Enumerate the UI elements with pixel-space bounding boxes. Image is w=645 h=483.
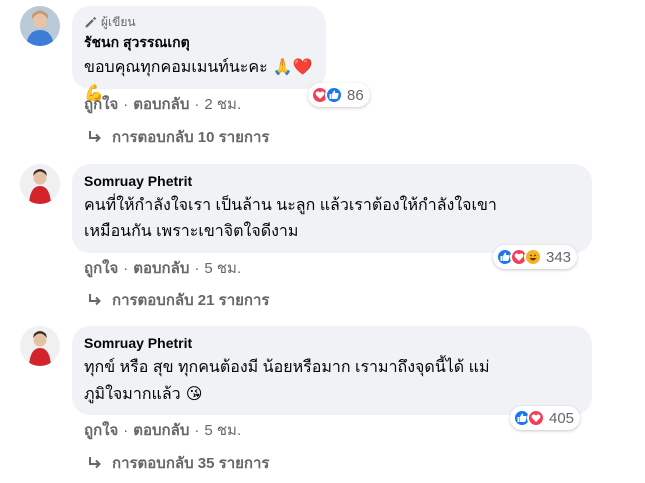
love-icon bbox=[527, 409, 545, 427]
avatar[interactable] bbox=[20, 164, 60, 204]
like-button[interactable]: ถูกใจ bbox=[84, 92, 118, 116]
view-replies-link[interactable]: การตอบกลับ 21 รายการ bbox=[88, 290, 269, 310]
comment-actions: ถูกใจ · ตอบกลับ · 2 ชม. bbox=[84, 94, 241, 114]
pencil-icon bbox=[85, 16, 97, 27]
badge-label: ผู้เขียน bbox=[101, 14, 136, 29]
view-replies-link[interactable]: การตอบกลับ 35 รายการ bbox=[88, 453, 269, 473]
comment-bubble: Somruay Phetrit ทุกข์ หรือ สุข ทุกคนต้อง… bbox=[72, 326, 592, 415]
comment-author[interactable]: รัชนก สุวรรณเกตุ bbox=[84, 33, 314, 52]
reaction-summary[interactable]: 86 bbox=[308, 83, 370, 107]
like-button[interactable]: ถูกใจ bbox=[84, 256, 118, 280]
view-replies-link[interactable]: การตอบกลับ 10 รายการ bbox=[88, 127, 269, 147]
avatar[interactable] bbox=[20, 6, 60, 46]
like-icon bbox=[325, 86, 343, 104]
reaction-count: 343 bbox=[546, 248, 572, 266]
view-replies-label: การตอบกลับ 10 รายการ bbox=[112, 129, 270, 146]
haha-icon bbox=[524, 248, 542, 266]
separator: · bbox=[194, 421, 200, 439]
reply-button[interactable]: ตอบกลับ bbox=[133, 256, 189, 280]
reply-button[interactable]: ตอบกลับ bbox=[133, 418, 189, 442]
like-button[interactable]: ถูกใจ bbox=[84, 418, 118, 442]
comment-time[interactable]: 2 ชม. bbox=[204, 92, 241, 116]
reply-arrow-icon bbox=[89, 457, 101, 469]
separator: · bbox=[123, 259, 129, 277]
comment-actions: ถูกใจ · ตอบกลับ · 5 ชม. bbox=[84, 258, 241, 278]
reaction-count: 405 bbox=[549, 409, 575, 427]
reply-arrow-icon bbox=[89, 131, 101, 143]
comment-author[interactable]: Somruay Phetrit bbox=[84, 334, 580, 353]
comment-bubble: ผู้เขียน รัชนก สุวรรณเกตุ ขอบคุณทุกคอมเม… bbox=[72, 6, 326, 102]
separator: · bbox=[194, 259, 200, 277]
comment-bubble: Somruay Phetrit คนที่ให้กำลังใจเรา เป็นล… bbox=[72, 164, 592, 253]
comment-time[interactable]: 5 ชม. bbox=[204, 418, 241, 442]
comment-text-line-2: เหมือนกัน เพราะเขาจิตใจดีงาม bbox=[84, 223, 299, 240]
reply-button[interactable]: ตอบกลับ bbox=[133, 92, 189, 116]
comment-text-line-2: ภูมิใจมากแล้ว 😘 bbox=[84, 384, 203, 403]
separator: · bbox=[194, 95, 200, 113]
view-replies-label: การตอบกลับ 21 รายการ bbox=[112, 292, 270, 309]
comment-time[interactable]: 5 ชม. bbox=[204, 256, 241, 280]
comment-author[interactable]: Somruay Phetrit bbox=[84, 172, 580, 191]
comment-actions: ถูกใจ · ตอบกลับ · 5 ชม. bbox=[84, 420, 241, 440]
separator: · bbox=[123, 95, 129, 113]
view-replies-label: การตอบกลับ 35 รายการ bbox=[112, 455, 270, 472]
separator: · bbox=[123, 421, 129, 439]
comment-text-line-1: คนที่ให้กำลังใจเรา เป็นล้าน นะลูก แล้วเร… bbox=[84, 197, 497, 214]
comment-text-line-1: ทุกข์ หรือ สุข ทุกคนต้องมี น้อยหรือมาก เ… bbox=[84, 359, 490, 376]
author-badge: ผู้เขียน bbox=[84, 14, 314, 30]
reaction-count: 86 bbox=[347, 86, 364, 104]
avatar[interactable] bbox=[20, 326, 60, 366]
reaction-summary[interactable]: 405 bbox=[510, 406, 581, 430]
reply-arrow-icon bbox=[89, 294, 101, 306]
reaction-summary[interactable]: 343 bbox=[493, 245, 578, 269]
